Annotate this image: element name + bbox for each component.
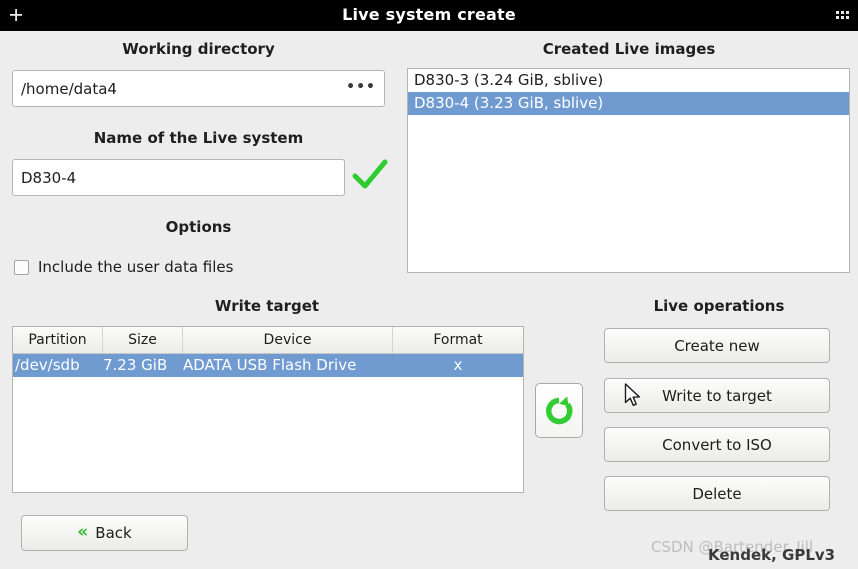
live-system-name-value: D830-4 <box>21 168 77 187</box>
grid-dots-icon[interactable] <box>835 9 849 21</box>
browse-ellipsis-icon[interactable]: ••• <box>346 79 376 99</box>
include-user-data-checkbox-row[interactable]: Include the user data files <box>14 258 233 276</box>
live-operations-label: Live operations <box>653 297 785 315</box>
include-user-data-checkbox[interactable] <box>14 259 29 275</box>
table-header-row: Partition Size Device Format <box>13 327 523 354</box>
footer-credit: Kendek, GPLv3 <box>708 546 836 564</box>
cell-format: x <box>453 356 463 374</box>
column-header-partition[interactable]: Partition <box>13 327 103 353</box>
table-row[interactable]: /dev/sdb 7.23 GiB ADATA USB Flash Drive … <box>13 354 523 377</box>
refresh-circular-arrow-icon <box>546 396 573 424</box>
list-item[interactable]: D830-3 (3.24 GiB, sblive) <box>408 69 849 92</box>
create-new-button-label: Create new <box>674 336 760 355</box>
window-title: Live system create <box>342 5 516 24</box>
write-target-label: Write target <box>214 297 320 315</box>
delete-button-label: Delete <box>692 484 742 503</box>
column-header-size[interactable]: Size <box>103 327 183 353</box>
created-live-images-list[interactable]: D830-3 (3.24 GiB, sblive) D830-4 (3.23 G… <box>407 68 850 273</box>
create-new-button[interactable]: Create new <box>604 328 830 363</box>
convert-to-iso-button[interactable]: Convert to ISO <box>604 427 830 462</box>
cell-device: ADATA USB Flash Drive <box>183 356 357 374</box>
live-system-name-label: Name of the Live system <box>93 129 304 147</box>
write-to-target-button-label: Write to target <box>662 386 772 405</box>
options-label: Options <box>165 218 232 236</box>
include-user-data-label: Include the user data files <box>38 258 234 276</box>
back-button-label: Back <box>95 524 132 542</box>
green-check-icon <box>352 158 388 192</box>
working-directory-value: /home/data4 <box>21 79 117 98</box>
list-item[interactable]: D830-4 (3.23 GiB, sblive) <box>408 92 849 115</box>
convert-to-iso-button-label: Convert to ISO <box>662 435 772 454</box>
working-directory-label: Working directory <box>122 40 275 58</box>
cell-partition: /dev/sdb <box>15 356 80 374</box>
title-bar: Live system create <box>0 0 858 31</box>
live-system-name-input[interactable]: D830-4 <box>12 159 345 196</box>
write-to-target-button[interactable]: Write to target <box>604 378 830 413</box>
created-live-images-label: Created Live images <box>542 40 716 58</box>
column-header-format[interactable]: Format <box>393 327 523 353</box>
refresh-targets-button[interactable] <box>535 383 583 438</box>
write-target-table[interactable]: Partition Size Device Format /dev/sdb 7.… <box>12 326 524 493</box>
working-directory-input[interactable]: /home/data4 ••• <box>12 70 385 107</box>
cell-size: 7.23 GiB <box>103 356 168 374</box>
column-header-device[interactable]: Device <box>183 327 393 353</box>
double-chevron-left-icon: « <box>77 521 89 542</box>
back-button[interactable]: « Back <box>21 515 188 551</box>
delete-button[interactable]: Delete <box>604 476 830 511</box>
